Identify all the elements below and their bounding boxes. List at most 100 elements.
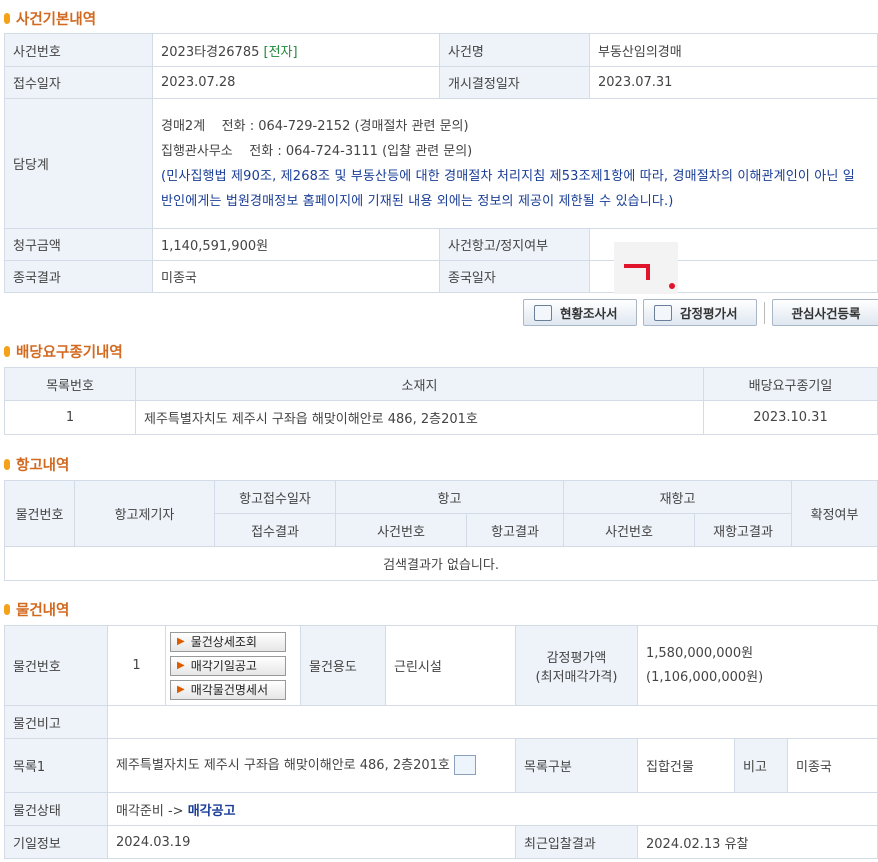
item-status-prefix: 매각준비 -> [116, 803, 184, 819]
dividend-header-no: 목록번호 [4, 367, 136, 401]
min-price-label: (최저매각가격) [535, 669, 618, 685]
interest-button-label: 관심사건등록 [791, 306, 861, 321]
document-icon [534, 304, 552, 321]
charge-line1: 경매2계 전화 : 064-729-2152 (경매절차 관련 문의) [161, 118, 469, 134]
list1-cell: 제주특별자치도 제주시 구좌읍 해맞이해안로 486, 2층201호 [107, 738, 516, 793]
appeal-header-receipt-result: 접수결과 [214, 513, 336, 547]
start-label: 개시결정일자 [439, 66, 590, 99]
appeal-header-receipt-date: 항고접수일자 [214, 480, 336, 514]
final-result: 미종국 [152, 260, 440, 293]
item-detail-button[interactable]: ▶ 물건상세조회 [170, 631, 286, 652]
appraisal-label-cell: 감정평가액 (최저매각가격) [515, 625, 638, 706]
final-label: 종국결과 [4, 260, 153, 293]
arrow-right-icon: ▶ [177, 684, 185, 695]
list-type-label: 목록구분 [515, 738, 638, 793]
appeal-header-appellant: 항고제기자 [74, 480, 215, 547]
case-name: 부동산임의경매 [589, 33, 878, 67]
list1-address: 제주특별자치도 제주시 구좌읍 해맞이해안로 486, 2층201호 [116, 757, 450, 773]
charge-label: 담당계 [4, 98, 153, 229]
case-basic-table: 사건번호 2023타경26785 [전자] 사건명 부동산임의경매 접수일자 2… [4, 33, 878, 293]
note-label: 비고 [734, 738, 788, 793]
sale-item-spec-label: 매각물건명세서 [190, 683, 268, 697]
appeal-header-reappeal-result: 재항고결과 [694, 513, 793, 547]
start-date: 2023.07.31 [589, 66, 878, 99]
section-title-appeal: 항고내역 [4, 454, 69, 474]
item-remark-label: 물건비고 [4, 705, 108, 739]
section-title-case-basic: 사건기본내역 [4, 8, 96, 28]
date-info: 2024.03.19 [107, 825, 516, 859]
dividend-table: 목록번호 소재지 배당요구종기일 1 제주특별자치도 제주시 구좌읍 해맞이해안… [4, 367, 878, 435]
appraisal-button[interactable]: 감정평가서 [643, 299, 757, 326]
date-info-label: 기일정보 [4, 825, 108, 859]
claim-amount: 1,140,591,900원 [152, 228, 440, 261]
item-use-label: 물건용도 [300, 625, 386, 706]
dividend-no: 1 [4, 400, 136, 435]
bullet-icon [4, 603, 10, 615]
case-tag: [전자] [263, 44, 298, 60]
min-price-value: (1,106,000,000원) [646, 669, 764, 685]
arrow-right-icon: ▶ [177, 660, 185, 671]
case-no-cell: 2023타경26785 [전자] [152, 33, 440, 67]
claim-label: 청구금액 [4, 228, 153, 261]
table-row: 1 제주특별자치도 제주시 구좌읍 해맞이해안로 486, 2층201호 202… [4, 400, 878, 435]
case-name-label: 사건명 [439, 33, 590, 67]
section-title-text: 물건내역 [16, 602, 70, 619]
case-no-label: 사건번호 [4, 33, 153, 67]
case-no: 2023타경26785 [161, 44, 260, 60]
recent-bid-result: 2024.02.13 유찰 [636, 825, 878, 859]
bullet-icon [4, 12, 10, 24]
recent-bid-label: 최근입찰결과 [515, 825, 638, 859]
item-no: 1 [107, 625, 166, 706]
edit-document-icon [654, 304, 672, 321]
interest-case-button[interactable]: 관심사건등록 [772, 299, 878, 326]
dividend-header-date: 배당요구종기일 [703, 367, 878, 401]
appeal-empty-message: 검색결과가 없습니다. [3, 546, 878, 581]
item-use: 근린시설 [385, 625, 516, 706]
dividend-header-address: 소재지 [135, 367, 704, 401]
charge-cell: 경매2계 전화 : 064-729-2152 (경매절차 관련 문의) 집행관사… [152, 98, 878, 229]
sale-item-spec-button[interactable]: ▶ 매각물건명세서 [170, 679, 286, 700]
dividend-date: 2023.10.31 [703, 400, 878, 435]
receipt-date: 2023.07.28 [152, 66, 440, 99]
appeal-header-case-no2: 사건번호 [563, 513, 696, 547]
item-status-label: 물건상태 [4, 792, 108, 826]
section-title-dividend: 배당요구종기내역 [4, 341, 123, 361]
appeal-header-appeal-result: 항고결과 [465, 513, 565, 547]
survey-button-label: 현황조사서 [560, 306, 618, 321]
survey-button[interactable]: 현황조사서 [523, 299, 637, 326]
item-detail-label: 물건상세조회 [190, 635, 257, 649]
action-buttons: 현황조사서 감정평가서 관심사건등록 [523, 299, 878, 326]
item-remark [106, 705, 878, 739]
bullet-icon [4, 345, 10, 357]
button-separator [764, 301, 765, 324]
list-type: 집합건물 [637, 738, 735, 793]
list1-label: 목록1 [4, 738, 108, 793]
detail-view-icon[interactable] [453, 755, 476, 775]
appraisal-button-label: 감정평가서 [680, 306, 738, 321]
arrow-right-icon: ▶ [177, 636, 185, 647]
item-no-label: 물건번호 [4, 625, 108, 706]
appraisal-value: 1,580,000,000원 [646, 645, 754, 661]
sale-date-notice-button[interactable]: ▶ 매각기일공고 [170, 655, 286, 676]
note-value: 미종국 [786, 738, 878, 793]
receipt-label: 접수일자 [4, 66, 153, 99]
logo-mark [614, 242, 678, 294]
appraisal-label: 감정평가액 [546, 650, 607, 666]
appeal-header-confirmed: 확정여부 [791, 480, 878, 547]
charge-notice: (민사집행법 제90조, 제268조 및 부동산등에 대한 경매절차 처리지침 … [161, 168, 855, 209]
charge-line2: 집행관사무소 전화 : 064-724-3111 (입찰 관련 문의) [161, 143, 473, 159]
appeal-header-reappeal: 재항고 [563, 480, 793, 514]
item-buttons-cell: ▶ 물건상세조회 ▶ 매각기일공고 ▶ 매각물건명세서 [165, 625, 301, 706]
item-table: 물건번호 1 ▶ 물건상세조회 ▶ 매각기일공고 ▶ 매각물건명세서 물건용도 근린시… [4, 625, 878, 859]
appeal-header-appeal: 항고 [334, 480, 565, 514]
section-title-text: 사건기본내역 [16, 11, 97, 28]
section-title-text: 배당요구종기내역 [16, 344, 123, 361]
appeal-status-label: 사건항고/정지여부 [439, 228, 590, 261]
appraisal-value-cell: 1,580,000,000원 (1,106,000,000원) [636, 625, 878, 706]
appeal-header-case-no: 사건번호 [335, 513, 467, 547]
appeal-header-item-no: 물건번호 [4, 480, 75, 547]
sale-notice-link[interactable]: 매각공고 [188, 804, 236, 819]
final-date-label: 종국일자 [439, 260, 590, 293]
sale-date-notice-label: 매각기일공고 [190, 659, 257, 673]
item-status-cell: 매각준비 -> 매각공고 [106, 792, 878, 826]
